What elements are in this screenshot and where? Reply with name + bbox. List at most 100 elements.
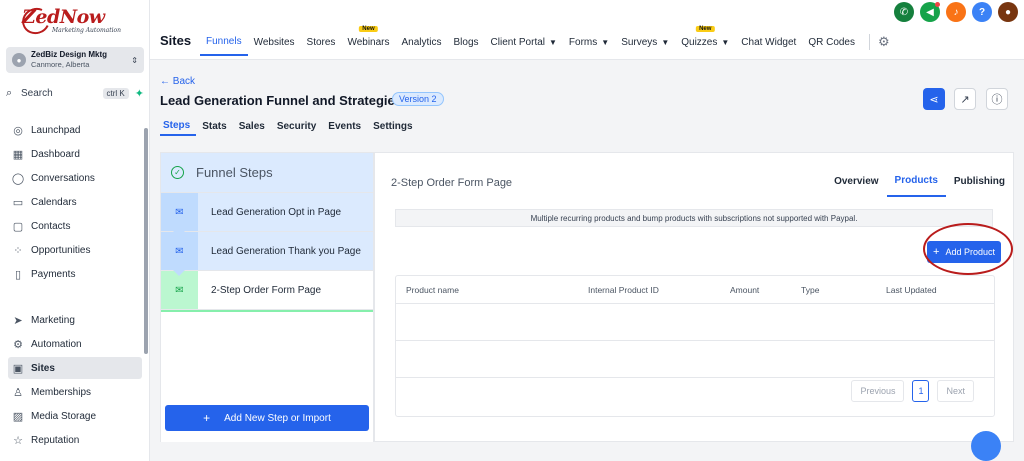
star-icon: ☆: [13, 434, 23, 447]
phone-icon[interactable]: ✆: [894, 2, 914, 22]
sidebar-item-calendars[interactable]: ▭ Calendars: [8, 191, 142, 213]
tab-surveys[interactable]: Surveys ▼: [615, 28, 675, 56]
page-title: Lead Generation Funnel and Strategies: [160, 93, 402, 108]
tab-label: QR Codes: [808, 36, 855, 48]
sidebar-search[interactable]: ⌕ Search ctrl K ✦: [6, 84, 144, 102]
previous-button[interactable]: Previous: [851, 380, 905, 402]
sidebar-item-label: Automation: [31, 338, 82, 350]
step-detail-tabs: Overview Products Publishing: [826, 165, 1013, 197]
funnel-steps-header: ✓ Funnel Steps: [161, 153, 373, 193]
subtab-settings[interactable]: Settings: [367, 116, 418, 136]
tab-label: Client Portal: [490, 36, 545, 48]
tab-funnels[interactable]: Funnels: [200, 28, 248, 56]
sidebar-item-label: Dashboard: [31, 148, 80, 160]
bell-icon[interactable]: ♪: [946, 2, 966, 22]
sidebar-item-sites[interactable]: ▣ Sites: [8, 357, 142, 379]
tab-label: Analytics: [401, 36, 442, 48]
products-table-header: Product name Internal Product ID Amount …: [396, 276, 994, 304]
sidebar-item-contacts[interactable]: ▢ Contacts: [8, 215, 142, 237]
tab-products[interactable]: Products: [886, 165, 946, 197]
tab-label: Stores: [306, 36, 336, 48]
add-product-button[interactable]: + Add Product: [927, 241, 1001, 263]
sidebar-item-conversations[interactable]: ◯ Conversations: [8, 167, 142, 189]
opportunities-icon: ⁘: [13, 244, 23, 257]
version-badge[interactable]: Version 2: [392, 92, 444, 106]
notification-dot: [935, 2, 940, 7]
sidebar-item-media-storage[interactable]: ▨ Media Storage: [8, 405, 142, 427]
subtab-sales[interactable]: Sales: [233, 116, 271, 136]
funnel-step[interactable]: ✉ Lead Generation Thank you Page: [161, 232, 373, 276]
funnel-subtabs: Steps Stats Sales Security Events Settin…: [160, 116, 419, 136]
sidebar-item-label: Sites: [31, 362, 55, 374]
sidebar-item-memberships[interactable]: ♙ Memberships: [8, 381, 142, 403]
table-row: [396, 341, 994, 378]
account-switcher[interactable]: ● ZedBiz Design Mktg Canmore, Alberta ⇕: [6, 47, 144, 73]
tab-forms[interactable]: Forms ▼: [563, 28, 615, 56]
subtab-stats[interactable]: Stats: [196, 116, 232, 136]
table-row: [396, 304, 994, 341]
tab-publishing[interactable]: Publishing: [946, 165, 1013, 197]
image-icon: ▨: [12, 410, 24, 423]
back-link[interactable]: ← Back: [160, 76, 195, 87]
info-icon[interactable]: ⓘ: [986, 88, 1008, 110]
sidebar-item-label: Payments: [31, 268, 76, 280]
tab-overview[interactable]: Overview: [826, 165, 886, 197]
sidebar-item-dashboard[interactable]: ▦ Dashboard: [8, 143, 142, 165]
membership-icon: ♙: [13, 386, 23, 399]
paper-plane-icon: ➤: [13, 314, 23, 327]
gear-icon[interactable]: ⚙: [869, 34, 890, 50]
section-title: Sites: [160, 33, 192, 48]
subtab-steps[interactable]: Steps: [160, 116, 197, 136]
quick-action-icon[interactable]: ✦: [135, 87, 144, 100]
next-button[interactable]: Next: [937, 380, 974, 402]
plus-icon: +: [933, 246, 940, 258]
share-icon[interactable]: ⋖: [923, 88, 945, 110]
external-link-icon[interactable]: ↗: [954, 88, 976, 110]
subtab-events[interactable]: Events: [322, 116, 367, 136]
help-icon[interactable]: ?: [972, 2, 992, 22]
column-header: Last Updated: [886, 284, 937, 295]
megaphone-icon[interactable]: ◀: [920, 2, 940, 22]
rocket-icon: ◎: [13, 124, 23, 137]
tab-blogs[interactable]: Blogs: [448, 28, 485, 56]
sidebar-item-automation[interactable]: ⚙ Automation: [8, 333, 142, 355]
sidebar-item-label: Marketing: [31, 314, 75, 326]
column-header: Internal Product ID: [588, 284, 659, 295]
tab-quizzes[interactable]: New Quizzes ▼: [675, 26, 735, 56]
chevron-down-icon: ▼: [601, 37, 610, 47]
step-detail-panel: 2-Step Order Form Page Overview Products…: [374, 152, 1014, 461]
funnel-step-selected[interactable]: ✉ 2-Step Order Form Page: [161, 271, 373, 310]
contacts-icon: ▢: [12, 220, 24, 233]
subtab-security[interactable]: Security: [271, 116, 322, 136]
tab-websites[interactable]: Websites: [248, 28, 301, 56]
funnel-step[interactable]: ✉ Lead Generation Opt in Page: [161, 193, 373, 237]
dashboard-icon: ▦: [12, 148, 24, 161]
tab-webinars[interactable]: New Webinars: [341, 26, 395, 56]
tab-label: Surveys: [621, 36, 658, 48]
updown-chevron-icon: ⇕: [131, 55, 138, 65]
add-product-label: Add Product: [945, 247, 995, 257]
tab-qr-codes[interactable]: QR Codes: [802, 28, 861, 56]
user-avatar[interactable]: ●: [998, 2, 1018, 22]
tab-stores[interactable]: Stores: [301, 28, 342, 56]
sidebar-item-marketing[interactable]: ➤ Marketing: [8, 309, 142, 331]
sidebar-item-opportunities[interactable]: ⁘ Opportunities: [8, 239, 142, 261]
sidebar-item-label: Memberships: [31, 386, 92, 398]
chat-launcher-icon[interactable]: [971, 431, 1001, 461]
sidebar-item-payments[interactable]: ▯ Payments: [8, 263, 142, 285]
sidebar-item-reputation[interactable]: ☆ Reputation: [8, 429, 142, 451]
column-header: Amount: [730, 284, 760, 295]
tab-label: Blogs: [453, 36, 479, 48]
tab-label: Funnels: [206, 35, 242, 47]
add-new-step-button[interactable]: + Add New Step or Import: [165, 405, 369, 431]
tab-chat-widget[interactable]: Chat Widget: [735, 28, 802, 56]
sidebar-item-launchpad[interactable]: ◎ Launchpad: [8, 119, 142, 141]
company-logo[interactable]: ZedNow Marketing Automation: [18, 3, 132, 40]
pagination: Previous 1 Next: [851, 380, 974, 402]
tab-client-portal[interactable]: Client Portal ▼: [485, 28, 563, 56]
paypal-notice: Multiple recurring products and bump pro…: [395, 209, 993, 227]
sidebar-scrollbar[interactable]: [144, 128, 148, 354]
page-number[interactable]: 1: [912, 380, 930, 402]
chevron-down-icon: ▼: [661, 37, 670, 47]
tab-analytics[interactable]: Analytics: [396, 28, 448, 56]
